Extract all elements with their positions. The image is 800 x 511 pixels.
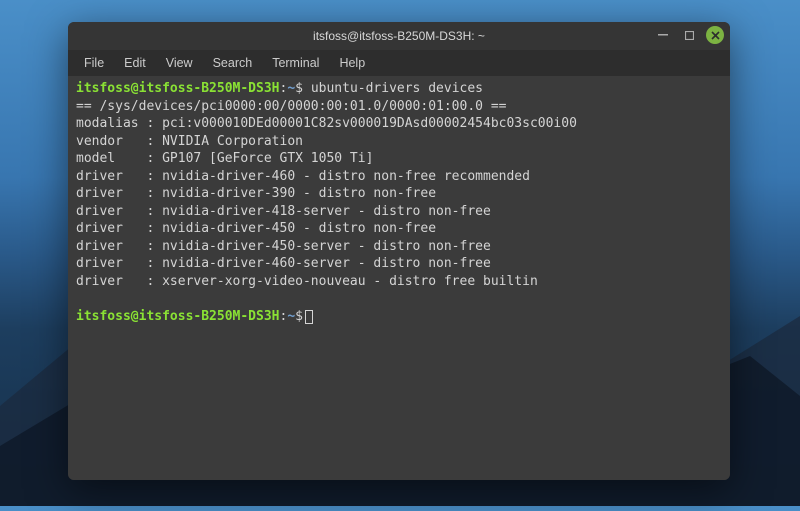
prompt-line-2: itsfoss@itsfoss-B250M-DS3H:~$ <box>76 308 722 326</box>
prompt-path: ~ <box>287 309 295 324</box>
titlebar[interactable]: itsfoss@itsfoss-B250M-DS3H: ~ <box>68 22 730 50</box>
close-button[interactable] <box>706 26 724 44</box>
window-title: itsfoss@itsfoss-B250M-DS3H: ~ <box>313 29 485 43</box>
output-line: driver : nvidia-driver-460 - distro non-… <box>76 168 722 186</box>
output-line: driver : nvidia-driver-418-server - dist… <box>76 203 722 221</box>
output-line: == /sys/devices/pci0000:00/0000:00:01.0/… <box>76 98 722 116</box>
menubar: File Edit View Search Terminal Help <box>68 50 730 76</box>
output-line: vendor : NVIDIA Corporation <box>76 133 722 151</box>
output-line: driver : xserver-xorg-video-nouveau - di… <box>76 273 722 291</box>
prompt-path: ~ <box>287 81 295 96</box>
menu-search[interactable]: Search <box>203 52 263 74</box>
menu-help[interactable]: Help <box>329 52 375 74</box>
output-line: modalias : pci:v000010DEd00001C82sv00001… <box>76 115 722 133</box>
maximize-button[interactable] <box>680 26 698 44</box>
window-controls <box>654 26 724 44</box>
prompt-sep2: $ <box>295 81 303 96</box>
output-line: driver : nvidia-driver-450-server - dist… <box>76 238 722 256</box>
terminal-window: itsfoss@itsfoss-B250M-DS3H: ~ File Edit … <box>68 22 730 480</box>
output-line: driver : nvidia-driver-460-server - dist… <box>76 255 722 273</box>
output-line: model : GP107 [GeForce GTX 1050 Ti] <box>76 150 722 168</box>
menu-terminal[interactable]: Terminal <box>262 52 329 74</box>
prompt-sep2: $ <box>295 309 303 324</box>
prompt-userhost: itsfoss@itsfoss-B250M-DS3H <box>76 81 280 96</box>
prompt-userhost: itsfoss@itsfoss-B250M-DS3H <box>76 309 280 324</box>
output-line: driver : nvidia-driver-450 - distro non-… <box>76 220 722 238</box>
menu-file[interactable]: File <box>74 52 114 74</box>
menu-edit[interactable]: Edit <box>114 52 156 74</box>
minimize-button[interactable] <box>654 26 672 44</box>
command: ubuntu-drivers devices <box>311 81 483 96</box>
output-line: driver : nvidia-driver-390 - distro non-… <box>76 185 722 203</box>
terminal-body[interactable]: itsfoss@itsfoss-B250M-DS3H:~$ ubuntu-dri… <box>68 76 730 480</box>
menu-view[interactable]: View <box>156 52 203 74</box>
prompt-line-1: itsfoss@itsfoss-B250M-DS3H:~$ ubuntu-dri… <box>76 80 722 98</box>
cursor-icon <box>305 310 313 324</box>
blank-line <box>76 291 722 309</box>
